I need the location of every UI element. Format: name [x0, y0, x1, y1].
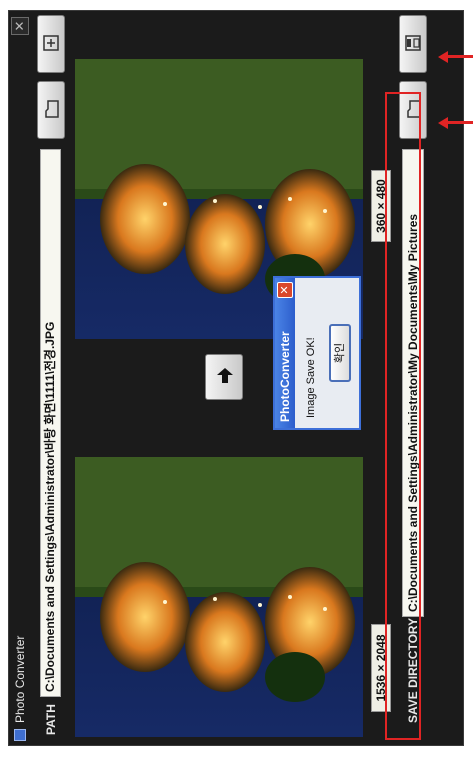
- dialog-message: Image Save OK!: [305, 337, 317, 418]
- dialog-ok-button[interactable]: 확인: [329, 324, 351, 382]
- close-icon[interactable]: ✕: [11, 17, 29, 35]
- dialog-close-icon[interactable]: ✕: [277, 282, 293, 298]
- new-image-icon: [43, 35, 59, 51]
- title-bar: Photo Converter ✕: [9, 11, 31, 745]
- screen: Photo Converter ✕ PATH C:\Documents and …: [0, 0, 474, 758]
- arrow-icon: [217, 368, 233, 383]
- annotation-arrow-shaft: [447, 121, 473, 124]
- path-label: PATH: [44, 704, 58, 735]
- annotation-arrow-shaft: [447, 55, 473, 58]
- new-image-button[interactable]: [37, 15, 65, 73]
- save-icon: [405, 35, 421, 51]
- source-photo: [75, 457, 363, 737]
- save-button[interactable]: [399, 15, 427, 73]
- dialog-title: PhotoConverter: [275, 278, 295, 428]
- app-icon: [14, 729, 26, 741]
- annotation-arrow-head: [438, 51, 448, 63]
- path-input[interactable]: C:\Documents and Settings\Administrator\…: [40, 149, 61, 697]
- save-confirmation-dialog: PhotoConverter ✕ Image Save OK! 확인: [273, 276, 361, 430]
- window-title: Photo Converter: [13, 635, 27, 723]
- source-image: [75, 457, 363, 737]
- convert-button[interactable]: [205, 354, 243, 400]
- folder-icon: [45, 100, 59, 118]
- annotation-arrow-head: [438, 117, 448, 129]
- save-directory-highlight: [385, 92, 421, 740]
- open-file-button[interactable]: [37, 81, 65, 139]
